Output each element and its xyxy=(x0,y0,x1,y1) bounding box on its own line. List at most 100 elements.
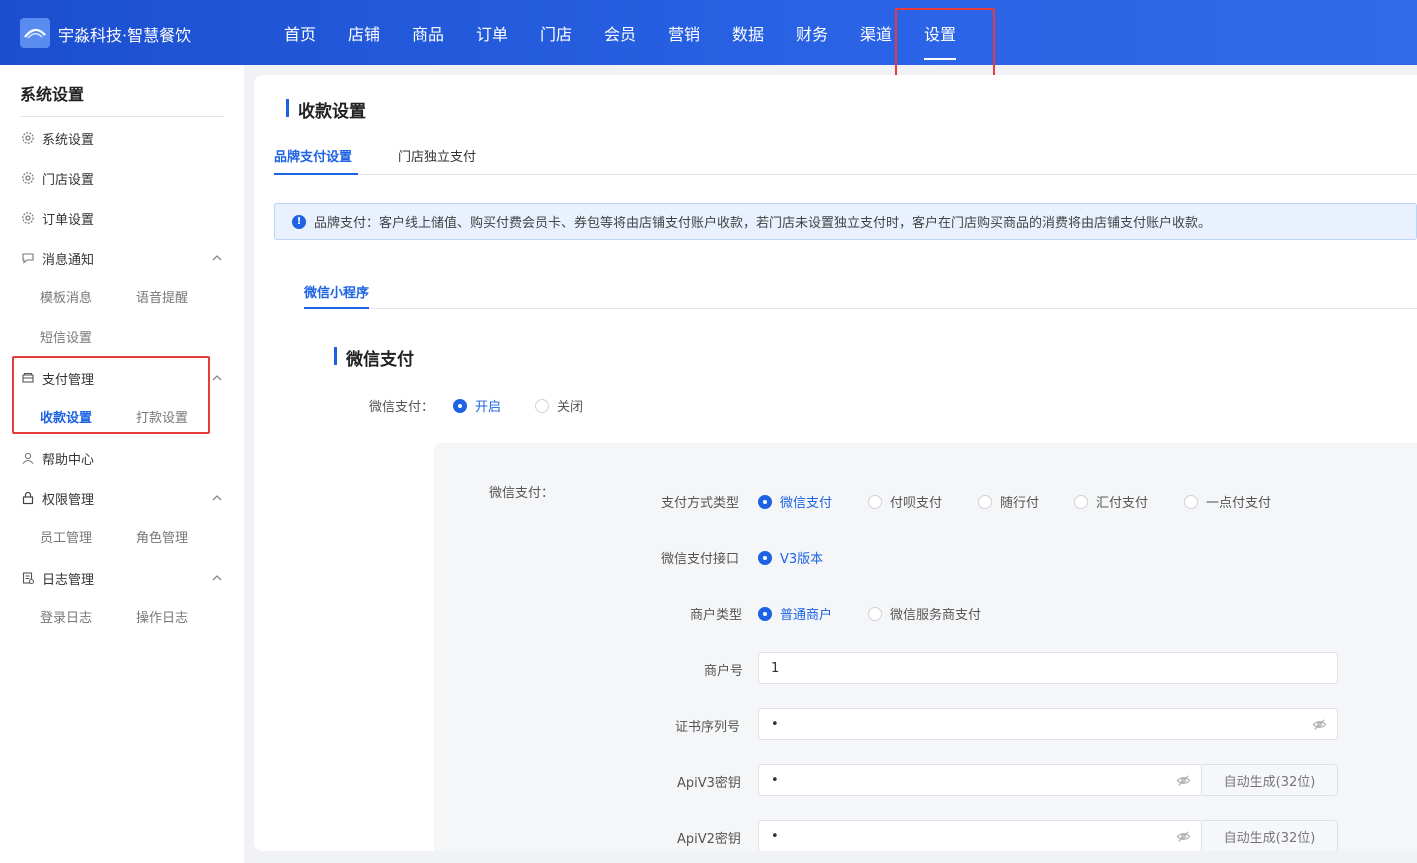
pay-type-suixingfu-radio[interactable]: 随行付 xyxy=(978,492,1039,511)
wallet-icon xyxy=(20,371,35,386)
nav-stores[interactable]: 门店 xyxy=(524,0,588,65)
brand-name: 宇淼科技·智慧餐饮 xyxy=(58,26,192,45)
nav-data[interactable]: 数据 xyxy=(716,0,780,65)
sidebar-sub-sms[interactable]: 短信设置 xyxy=(40,327,92,346)
sidebar-item-label: 支付管理 xyxy=(42,372,95,388)
sidebar-item-label: 帮助中心 xyxy=(42,452,95,468)
info-alert: ! 品牌支付：客户线上储值、购买付费会员卡、券包等将由店铺支付账户收款，若门店未… xyxy=(274,203,1417,240)
cert-serial-value: • xyxy=(771,716,779,732)
radio-label: 关闭 xyxy=(557,400,584,415)
merchant-no-input[interactable]: 1 xyxy=(758,652,1338,684)
pay-type-wechat-radio[interactable]: 微信支付 xyxy=(758,492,832,511)
settings-tabs: 品牌支付设置 门店独立支付 xyxy=(274,145,1417,175)
apiv2-input[interactable]: • xyxy=(758,820,1202,851)
radio-label: 微信服务商支付 xyxy=(890,608,982,623)
sidebar-item-label: 门店设置 xyxy=(42,172,95,188)
eye-off-icon[interactable] xyxy=(1312,717,1327,732)
eye-off-icon[interactable] xyxy=(1176,829,1191,844)
apiv3-auto-generate-button[interactable]: 自动生成(32位) xyxy=(1202,764,1338,796)
chevron-up-icon[interactable] xyxy=(210,491,224,505)
nav-settings[interactable]: 设置 xyxy=(908,0,972,65)
chevron-up-icon[interactable] xyxy=(210,251,224,265)
info-icon: ! xyxy=(292,214,306,229)
sidebar: 系统设置 系统设置 门店设置 订单设置 消息通知 模板消息 语音提醒 短信设置 … xyxy=(0,65,244,863)
sidebar-sub-login-log[interactable]: 登录日志 xyxy=(40,607,92,626)
radio-unchecked-icon xyxy=(535,398,549,413)
radio-unchecked-icon xyxy=(1074,494,1088,509)
pay-type-fubei-radio[interactable]: 付呗支付 xyxy=(868,492,942,511)
radio-unchecked-icon xyxy=(868,494,882,509)
nav-home[interactable]: 首页 xyxy=(268,0,332,65)
tab-wechat-miniprogram[interactable]: 微信小程序 xyxy=(304,275,370,309)
tab-brand-payment[interactable]: 品牌支付设置 xyxy=(274,145,358,175)
radio-unchecked-icon xyxy=(868,606,882,621)
sidebar-item-help[interactable]: 帮助中心 xyxy=(20,447,230,469)
sidebar-sub-transfer[interactable]: 打款设置 xyxy=(136,407,188,426)
sidebar-item-payment[interactable]: 支付管理 xyxy=(20,367,230,389)
user-icon xyxy=(20,451,35,466)
sidebar-item-log[interactable]: 日志管理 xyxy=(20,567,230,589)
merchant-service-radio[interactable]: 微信服务商支付 xyxy=(868,604,981,623)
wechat-pay-on-radio[interactable]: 开启 xyxy=(453,396,501,415)
wechat-pay-off-radio[interactable]: 关闭 xyxy=(535,396,583,415)
brand-logo-icon xyxy=(20,18,50,48)
pay-type-huifu-radio[interactable]: 汇付支付 xyxy=(1074,492,1148,511)
api-label: 微信支付接口 xyxy=(661,552,740,567)
page-title: 收款设置 xyxy=(286,97,366,122)
cert-serial-input[interactable]: • xyxy=(758,708,1338,740)
top-nav: 首页 店铺 商品 订单 门店 会员 营销 数据 财务 渠道 设置 xyxy=(268,0,972,65)
nav-finance[interactable]: 财务 xyxy=(780,0,844,65)
alert-text: 品牌支付：客户线上储值、购买付费会员卡、券包等将由店铺支付账户收款，若门店未设置… xyxy=(314,216,1212,231)
radio-label: V3版本 xyxy=(780,552,824,567)
apiv3-input[interactable]: • xyxy=(758,764,1202,796)
eye-off-icon[interactable] xyxy=(1176,773,1191,788)
sidebar-title: 系统设置 xyxy=(20,85,85,104)
sidebar-item-permission[interactable]: 权限管理 xyxy=(20,487,230,509)
sidebar-divider xyxy=(20,116,224,117)
radio-checked-icon xyxy=(758,494,772,509)
sidebar-item-store[interactable]: 门店设置 xyxy=(20,167,230,189)
tab-store-payment[interactable]: 门店独立支付 xyxy=(398,145,476,175)
document-icon xyxy=(20,571,35,586)
sidebar-sub-staff[interactable]: 员工管理 xyxy=(40,527,92,546)
sidebar-item-order[interactable]: 订单设置 xyxy=(20,207,230,229)
wechat-pay-label: 微信支付： xyxy=(369,400,435,415)
sidebar-sub-template-msg[interactable]: 模板消息 xyxy=(40,287,92,306)
nav-channels[interactable]: 渠道 xyxy=(844,0,908,65)
sidebar-item-system[interactable]: 系统设置 xyxy=(20,127,230,149)
channel-tabs: 微信小程序 xyxy=(304,275,1417,309)
nav-orders[interactable]: 订单 xyxy=(460,0,524,65)
config-box-label: 微信支付： xyxy=(489,486,555,501)
sidebar-sub-voice-alert[interactable]: 语音提醒 xyxy=(136,287,188,306)
sidebar-item-message[interactable]: 消息通知 xyxy=(20,247,230,269)
apiv2-auto-generate-button[interactable]: 自动生成(32位) xyxy=(1202,820,1338,851)
sidebar-item-label: 日志管理 xyxy=(42,572,95,588)
radio-label: 微信支付 xyxy=(780,496,833,511)
radio-checked-icon xyxy=(453,398,467,413)
sidebar-item-label: 权限管理 xyxy=(42,492,95,508)
nav-shop[interactable]: 店铺 xyxy=(332,0,396,65)
gear-icon xyxy=(20,171,35,186)
radio-checked-icon xyxy=(758,550,772,565)
pay-type-yidianfu-radio[interactable]: 一点付支付 xyxy=(1184,492,1271,511)
radio-unchecked-icon xyxy=(978,494,992,509)
chevron-up-icon[interactable] xyxy=(210,571,224,585)
sidebar-sub-role[interactable]: 角色管理 xyxy=(136,527,188,546)
nav-goods[interactable]: 商品 xyxy=(396,0,460,65)
merchant-no-value: 1 xyxy=(771,660,780,676)
radio-unchecked-icon xyxy=(1184,494,1198,509)
api-v3-radio[interactable]: V3版本 xyxy=(758,548,823,567)
apiv3-label: ApiV3密钥 xyxy=(677,776,741,791)
pay-type-label: 支付方式类型 xyxy=(661,496,740,511)
nav-marketing[interactable]: 营销 xyxy=(652,0,716,65)
chevron-up-icon[interactable] xyxy=(210,371,224,385)
apiv2-value: • xyxy=(771,828,779,844)
sidebar-sub-op-log[interactable]: 操作日志 xyxy=(136,607,188,626)
gear-icon xyxy=(20,131,35,146)
merchant-normal-radio[interactable]: 普通商户 xyxy=(758,604,832,623)
merchant-type-label: 商户类型 xyxy=(690,608,743,623)
sidebar-item-label: 消息通知 xyxy=(42,252,95,268)
nav-members[interactable]: 会员 xyxy=(588,0,652,65)
radio-checked-icon xyxy=(758,606,772,621)
sidebar-sub-receive[interactable]: 收款设置 xyxy=(40,407,92,426)
